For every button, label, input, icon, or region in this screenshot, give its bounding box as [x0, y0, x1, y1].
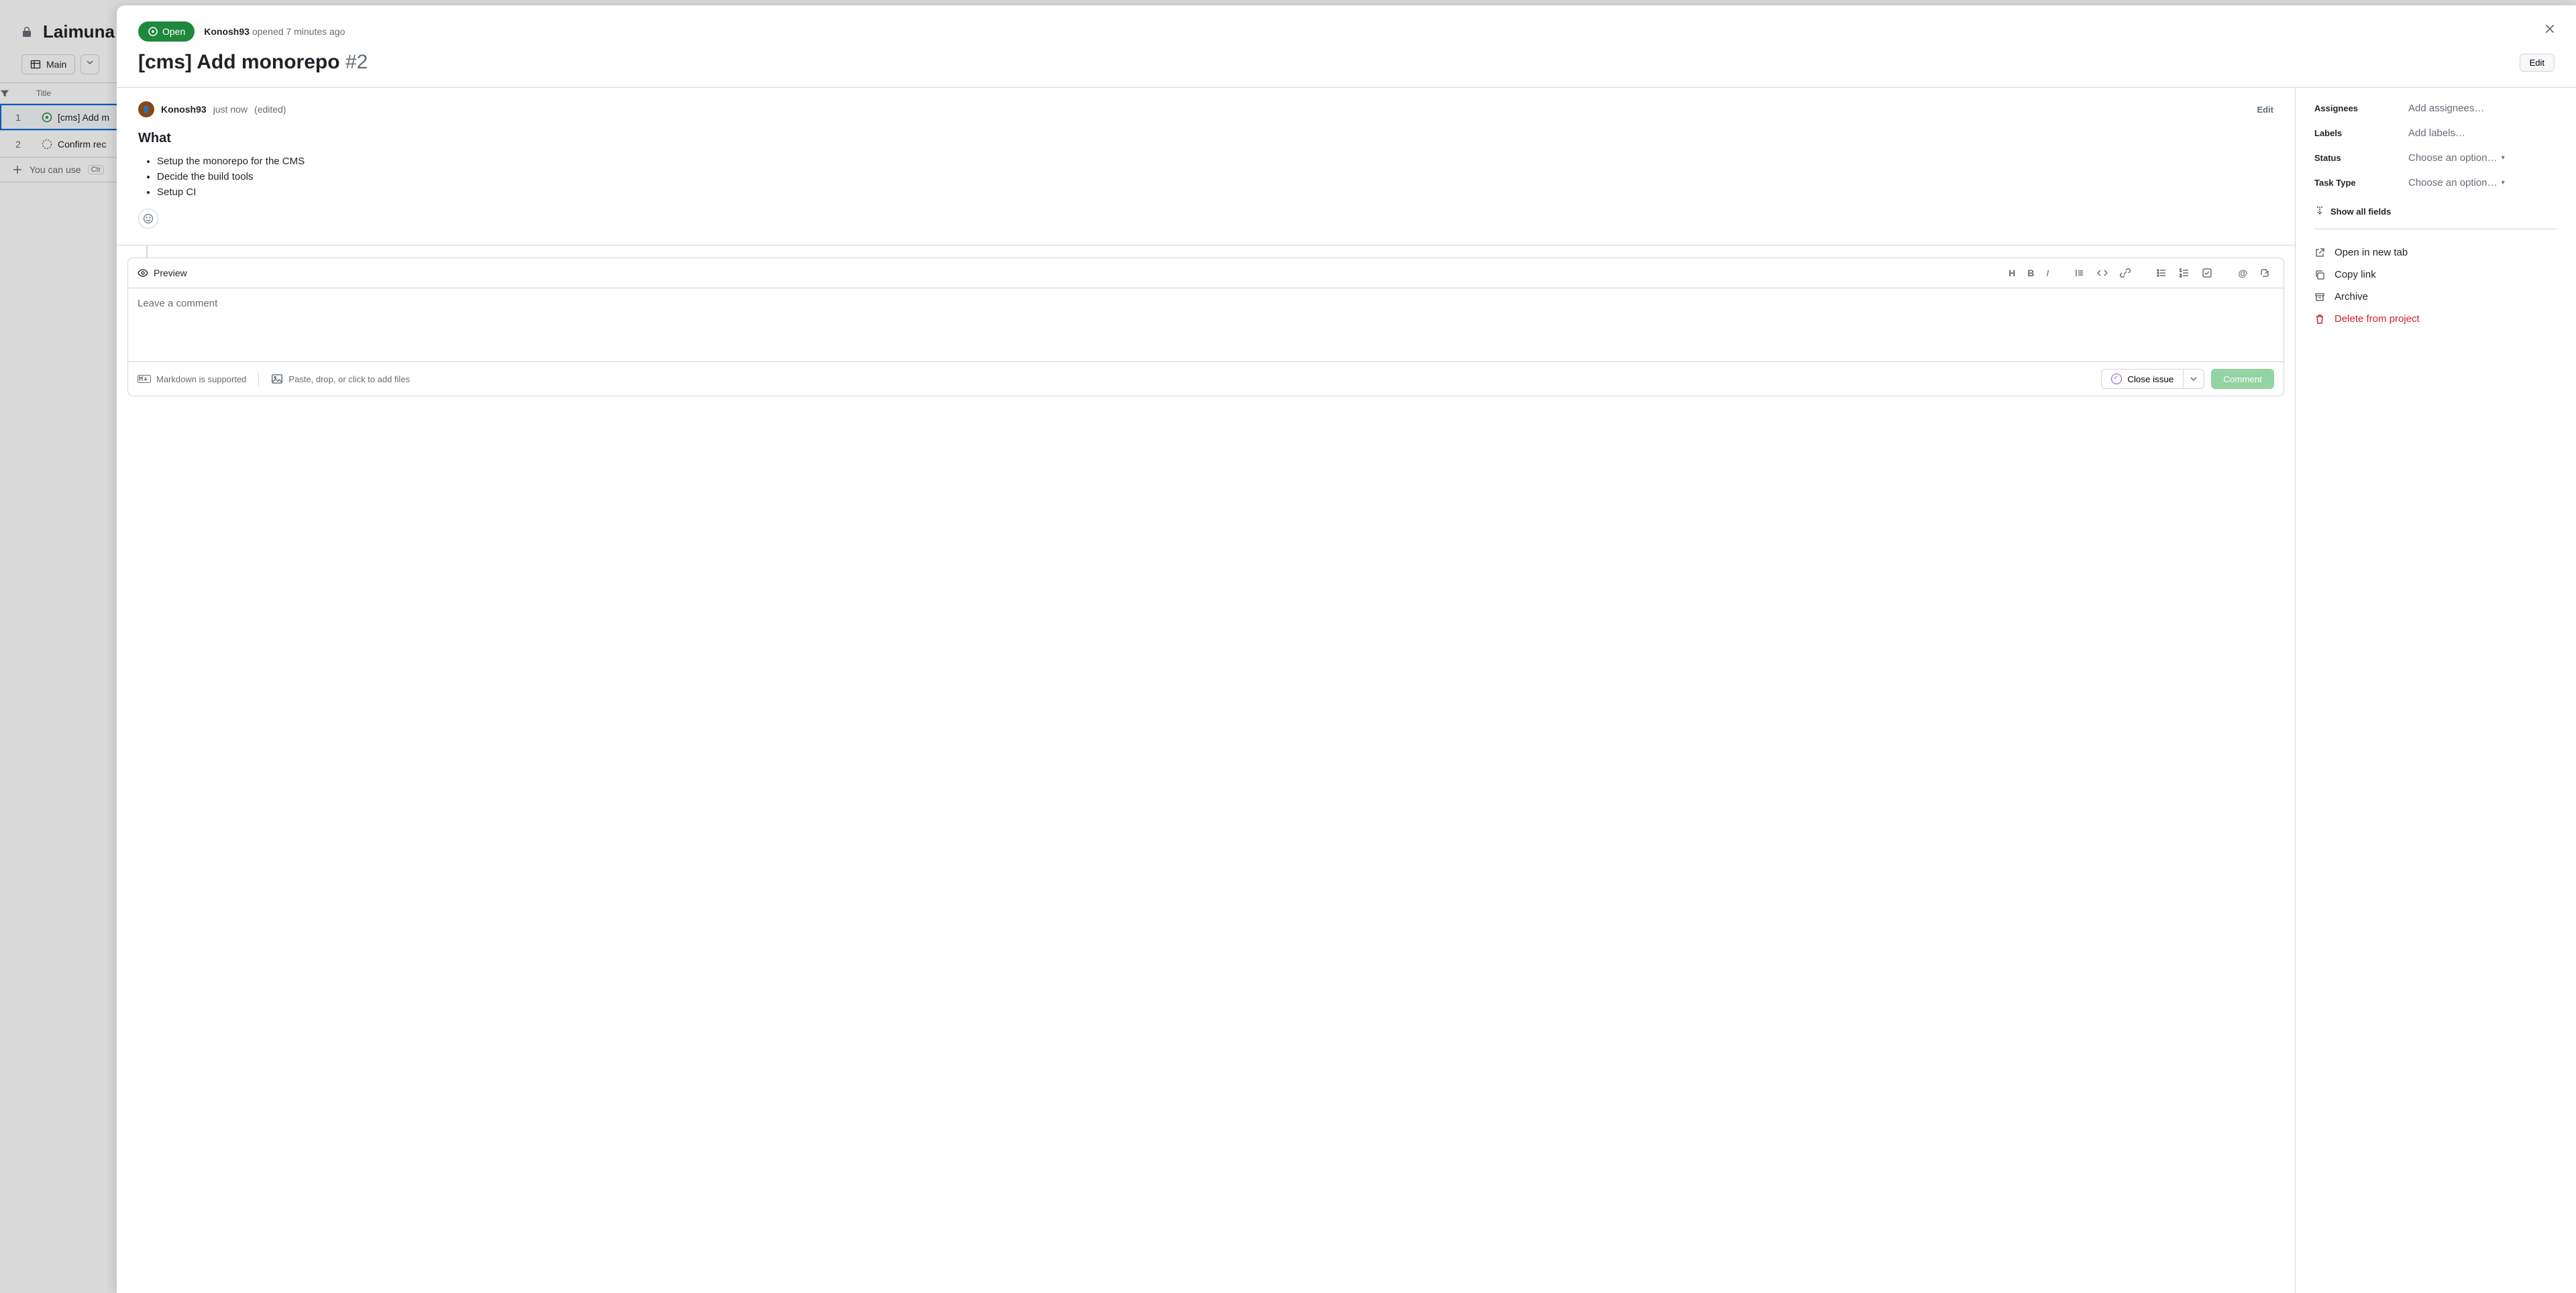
tasklist-icon: [2202, 268, 2212, 278]
field-label-labels: Labels: [2314, 128, 2408, 138]
svg-text:1: 1: [2180, 269, 2182, 273]
add-hint-text: You can use: [30, 164, 81, 175]
delete-action[interactable]: Delete from project: [2314, 308, 2557, 330]
preview-tab[interactable]: Preview: [138, 268, 187, 278]
comment-composer: Preview H B I: [127, 258, 2284, 396]
comment-textarea[interactable]: [128, 288, 2284, 359]
issue-title: [cms] Add monorepo #2: [138, 51, 368, 74]
code-tool[interactable]: [2093, 265, 2112, 281]
labels-picker[interactable]: Add labels…: [2408, 127, 2465, 139]
issue-description: 👤 Konosh93 just now (edited) Edit What S…: [117, 88, 2295, 239]
quote-tool[interactable]: [2070, 265, 2089, 281]
ul-tool[interactable]: [2152, 265, 2171, 281]
comment-author[interactable]: Konosh93: [161, 104, 207, 115]
plus-icon: [12, 164, 23, 175]
comment-heading: What: [138, 131, 2273, 146]
field-label-status: Status: [2314, 153, 2408, 163]
comment-list: Setup the monorepo for the CMS Decide th…: [138, 156, 2273, 198]
column-header-title: Title: [36, 89, 51, 98]
chevron-down-icon: ▾: [2502, 154, 2505, 162]
lock-icon: [21, 27, 32, 38]
heading-tool[interactable]: H: [2004, 265, 2019, 281]
row-title: [cms] Add m: [58, 112, 109, 123]
list-item: Setup the monorepo for the CMS: [157, 156, 2273, 167]
archive-icon: [2314, 292, 2325, 302]
filter-icon-cell[interactable]: [0, 89, 36, 98]
ul-icon: [2156, 268, 2167, 278]
avatar[interactable]: 👤: [138, 101, 154, 117]
field-label-assignees: Assignees: [2314, 103, 2408, 113]
issue-panel: Open Konosh93 opened 7 minutes ago [cms]…: [117, 5, 2576, 1293]
view-tab-label: Main: [46, 59, 66, 70]
view-options-button[interactable]: [80, 54, 99, 74]
chevron-down-icon: [2190, 376, 2197, 382]
author-link[interactable]: Konosh93: [204, 26, 250, 37]
copy-icon: [2314, 270, 2325, 280]
close-issue-options[interactable]: [2184, 369, 2204, 389]
link-tool[interactable]: [2116, 265, 2135, 281]
comment-button[interactable]: Comment: [2211, 369, 2274, 389]
edit-comment-button[interactable]: Edit: [2257, 105, 2273, 115]
table-icon: [30, 59, 41, 70]
field-label-tasktype: Task Type: [2314, 178, 2408, 188]
ol-tool[interactable]: 12: [2175, 265, 2194, 281]
add-reaction-button[interactable]: [138, 209, 158, 229]
comment-time: just now: [213, 104, 248, 115]
chevron-down-icon: [87, 59, 93, 66]
status-badge: Open: [138, 21, 195, 42]
cross-reference-icon: [2259, 268, 2270, 278]
italic-tool[interactable]: I: [2042, 265, 2053, 281]
close-icon: [2544, 23, 2556, 35]
status-picker[interactable]: Choose an option…▾: [2408, 152, 2505, 164]
eye-icon: [138, 268, 148, 278]
trash-icon: [2314, 314, 2325, 325]
reference-tool[interactable]: [2255, 265, 2274, 281]
kbd-hint: Ctr: [88, 165, 105, 174]
assignees-picker[interactable]: Add assignees…: [2408, 103, 2484, 114]
external-link-icon: [2314, 247, 2325, 258]
ol-icon: 12: [2179, 268, 2190, 278]
issue-closed-icon: [2111, 374, 2122, 384]
link-icon: [2120, 268, 2131, 278]
expand-icon: [2314, 206, 2325, 217]
markdown-hint[interactable]: Markdown is supported: [138, 374, 246, 384]
list-item: Decide the build tools: [157, 171, 2273, 182]
quote-icon: [2074, 268, 2085, 278]
file-attach-hint[interactable]: Paste, drop, or click to add files: [271, 373, 410, 385]
chevron-down-icon: ▾: [2502, 179, 2505, 186]
open-new-tab-action[interactable]: Open in new tab: [2314, 241, 2557, 264]
code-icon: [2097, 268, 2108, 278]
image-icon: [271, 373, 283, 385]
show-all-fields-button[interactable]: Show all fields: [2314, 202, 2557, 229]
edit-title-button[interactable]: Edit: [2520, 54, 2555, 72]
archive-action[interactable]: Archive: [2314, 286, 2557, 308]
bold-tool[interactable]: B: [2023, 265, 2038, 281]
smiley-icon: [143, 213, 154, 224]
draft-issue-icon: [40, 139, 54, 150]
view-tab-main[interactable]: Main: [21, 54, 75, 74]
filter-icon: [0, 89, 9, 98]
tasktype-picker[interactable]: Choose an option…▾: [2408, 177, 2505, 188]
copy-link-action[interactable]: Copy link: [2314, 264, 2557, 286]
markdown-icon: [138, 374, 151, 384]
issue-byline: Konosh93 opened 7 minutes ago: [204, 26, 345, 37]
issue-sidebar: Assignees Add assignees… Labels Add labe…: [2296, 88, 2576, 1293]
close-issue-button[interactable]: Close issue: [2101, 369, 2184, 389]
mention-tool[interactable]: @: [2234, 265, 2251, 281]
row-title: Confirm rec: [58, 139, 106, 150]
svg-text:2: 2: [2180, 274, 2182, 278]
issue-open-icon: [40, 112, 54, 123]
tasklist-tool[interactable]: [2198, 265, 2216, 281]
list-item: Setup CI: [157, 186, 2273, 198]
issue-open-icon: [148, 26, 158, 37]
close-panel-button[interactable]: [2540, 19, 2560, 39]
comment-edited: (edited): [254, 104, 286, 115]
